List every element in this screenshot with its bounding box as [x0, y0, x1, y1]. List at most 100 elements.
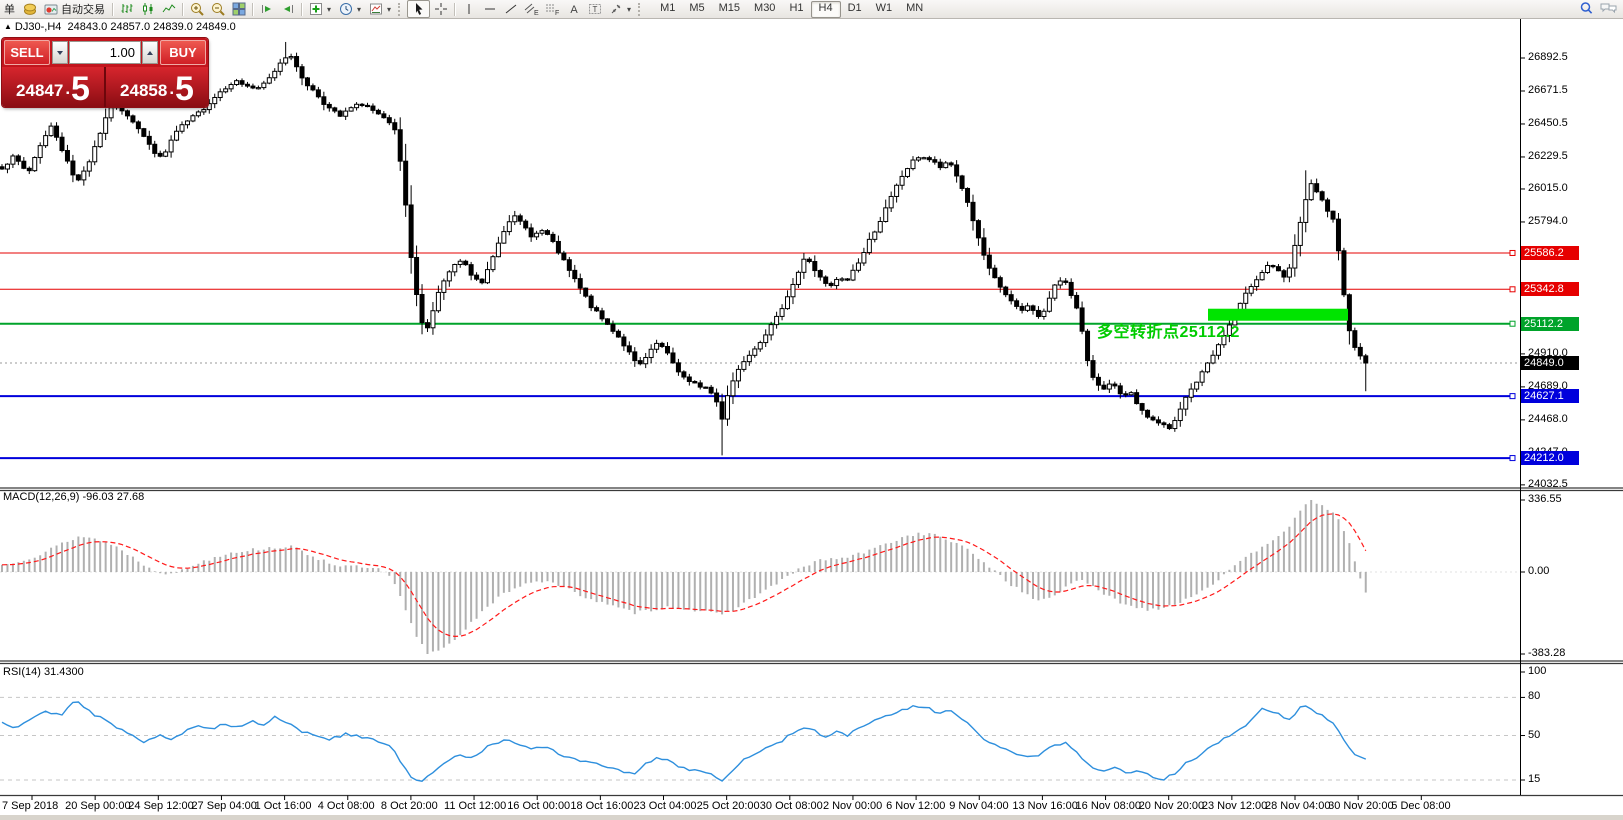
- buy-button[interactable]: BUY: [160, 40, 206, 65]
- text-icon: A: [567, 2, 581, 16]
- timeframe-d1[interactable]: D1: [841, 1, 869, 16]
- one-click-trading-panel: SELL BUY 24847.5 24858.5: [2, 38, 208, 107]
- timeframe-w1[interactable]: W1: [869, 1, 900, 16]
- volume-decrease-button[interactable]: [52, 41, 68, 64]
- search-icon[interactable]: [1579, 1, 1594, 16]
- auto-trading-button[interactable]: 自动交易: [40, 1, 109, 17]
- date-label: 30 Nov 20:00: [1328, 800, 1393, 812]
- fibonacci-icon: F: [545, 2, 560, 16]
- sell-price-frac: 5: [71, 75, 90, 104]
- chart-shift-icon[interactable]: [277, 1, 298, 17]
- rsi-indicator-label: RSI(14) 31.4300: [3, 666, 84, 678]
- vertical-line-tool[interactable]: [458, 1, 479, 17]
- timeframe-h4[interactable]: H4: [811, 1, 841, 18]
- date-label: 13 Nov 16:00: [1012, 800, 1077, 812]
- arrows-icon: [609, 2, 623, 16]
- triangle-up-icon: [147, 51, 153, 55]
- sell-price-display[interactable]: 24847.5: [2, 67, 104, 107]
- chart-canvas[interactable]: [0, 0, 1623, 820]
- timeframe-m5[interactable]: M5: [682, 1, 711, 16]
- auto-scroll-icon[interactable]: [256, 1, 277, 17]
- periods-button[interactable]: ▾: [335, 1, 365, 17]
- templates-button[interactable]: ▾: [365, 1, 395, 17]
- toolbar-separator: [252, 3, 253, 16]
- date-label: 23 Nov 12:00: [1202, 800, 1267, 812]
- date-label: 1 Oct 16:00: [255, 800, 312, 812]
- chevron-down-icon: ▾: [627, 5, 631, 14]
- buy-price-main: 24858: [120, 82, 167, 99]
- date-axis: 7 Sep 201820 Sep 00:0024 Sep 12:0027 Sep…: [0, 798, 1623, 815]
- cursor-icon: [412, 2, 426, 16]
- date-label: 20 Sep 00:00: [65, 800, 130, 812]
- indicators-icon: [309, 2, 323, 16]
- svg-text:A: A: [570, 4, 578, 16]
- zoom-in-icon[interactable]: [186, 1, 207, 17]
- toolbar-drag-handle[interactable]: [398, 3, 403, 16]
- timeframe-toolbar: M1M5M15M30H1H4D1W1MN: [653, 1, 930, 18]
- indicators-button[interactable]: ▾: [305, 1, 335, 17]
- toolbar: 单 自动交易: [0, 0, 1623, 19]
- timeframe-mn[interactable]: MN: [899, 1, 930, 16]
- buy-price-frac: 5: [175, 75, 194, 104]
- timeframe-m15[interactable]: M15: [712, 1, 747, 16]
- line-chart-icon[interactable]: [158, 1, 179, 17]
- auto-trading-label: 自动交易: [61, 1, 105, 17]
- horizontal-line-tool[interactable]: [479, 1, 500, 17]
- crosshair-tool[interactable]: [430, 1, 451, 17]
- timeframe-h1[interactable]: H1: [782, 1, 810, 16]
- chart-symbol-period: DJ30-,H4: [15, 21, 61, 33]
- text-tool[interactable]: A: [563, 1, 584, 17]
- horizontal-line-icon: [483, 2, 497, 16]
- chart-ohlc-values: 24843.0 24857.0 24839.0 24849.0: [68, 21, 236, 33]
- date-label: 2 Nov 00:00: [823, 800, 882, 812]
- templates-icon: [369, 2, 383, 16]
- decimal-dot: .: [65, 79, 70, 99]
- volume-input[interactable]: [69, 41, 141, 64]
- date-label: 5 Dec 08:00: [1391, 800, 1450, 812]
- svg-text:T: T: [592, 5, 597, 14]
- symbol-marker-icon: ▲: [4, 22, 12, 31]
- mt4-window: 单 自动交易: [0, 0, 1623, 820]
- chevron-down-icon: ▾: [327, 5, 331, 14]
- chevron-down-icon: ▾: [357, 5, 361, 14]
- candlestick-chart-icon[interactable]: [137, 1, 158, 17]
- annotation-text: 多空转折点25112.2: [1097, 318, 1240, 342]
- date-label: 11 Oct 12:00: [444, 800, 506, 812]
- toolbar-separator: [454, 3, 455, 16]
- date-label: 4 Oct 08:00: [318, 800, 375, 812]
- channel-tool[interactable]: E: [521, 1, 542, 17]
- window-bottom-edge: [0, 815, 1623, 820]
- rsi-plot: [0, 697, 1520, 781]
- cursor-tool[interactable]: [407, 0, 430, 18]
- vertical-line-icon: [462, 2, 476, 16]
- fibonacci-tool[interactable]: F: [542, 1, 563, 17]
- chat-icon[interactable]: [1600, 1, 1617, 16]
- svg-text:E: E: [534, 10, 539, 16]
- auto-trading-icon: [44, 2, 58, 16]
- date-label: 24 Sep 12:00: [128, 800, 193, 812]
- rsi-line: [2, 702, 1366, 781]
- trendline-tool[interactable]: [500, 1, 521, 17]
- label-icon: T: [588, 2, 602, 16]
- timeframe-m1[interactable]: M1: [653, 1, 682, 16]
- order-menu-label[interactable]: 单: [0, 1, 19, 17]
- new-order-icon[interactable]: [19, 1, 40, 17]
- label-tool[interactable]: T: [584, 1, 605, 17]
- decimal-dot: .: [169, 79, 174, 99]
- date-label: 8 Oct 20:00: [381, 800, 438, 812]
- arrows-tool[interactable]: ▾: [605, 1, 635, 17]
- toolb​ar-separator: [301, 3, 302, 16]
- zoom-out-icon[interactable]: [207, 1, 228, 17]
- date-label: 25 Oct 20:00: [697, 800, 760, 812]
- toolbar-drag-handle[interactable]: [638, 3, 643, 16]
- buy-price-display[interactable]: 24858.5: [104, 67, 208, 107]
- date-label: 9 Nov 04:00: [949, 800, 1008, 812]
- timeframe-m30[interactable]: M30: [747, 1, 782, 16]
- sell-button[interactable]: SELL: [4, 40, 50, 65]
- tile-windows-icon[interactable]: [228, 1, 249, 17]
- bar-chart-icon[interactable]: [116, 1, 137, 17]
- clock-icon: [339, 2, 353, 16]
- volume-increase-button[interactable]: [142, 41, 158, 64]
- date-label: 6 Nov 12:00: [886, 800, 945, 812]
- crosshair-icon: [434, 2, 448, 16]
